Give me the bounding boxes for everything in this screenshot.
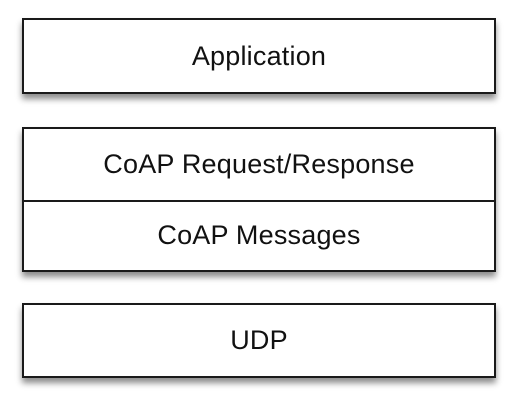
application-layer-label: Application bbox=[191, 40, 327, 71]
coap-layer-box: CoAP Request/Response CoAP Messages bbox=[22, 127, 496, 272]
udp-layer-box: UDP bbox=[22, 303, 496, 378]
coap-messages-label: CoAP Messages bbox=[24, 199, 494, 271]
udp-layer-label: UDP bbox=[230, 325, 288, 355]
coap-request-response-label: CoAP Request/Response bbox=[103, 148, 415, 179]
application-layer-box: Application bbox=[22, 18, 496, 94]
